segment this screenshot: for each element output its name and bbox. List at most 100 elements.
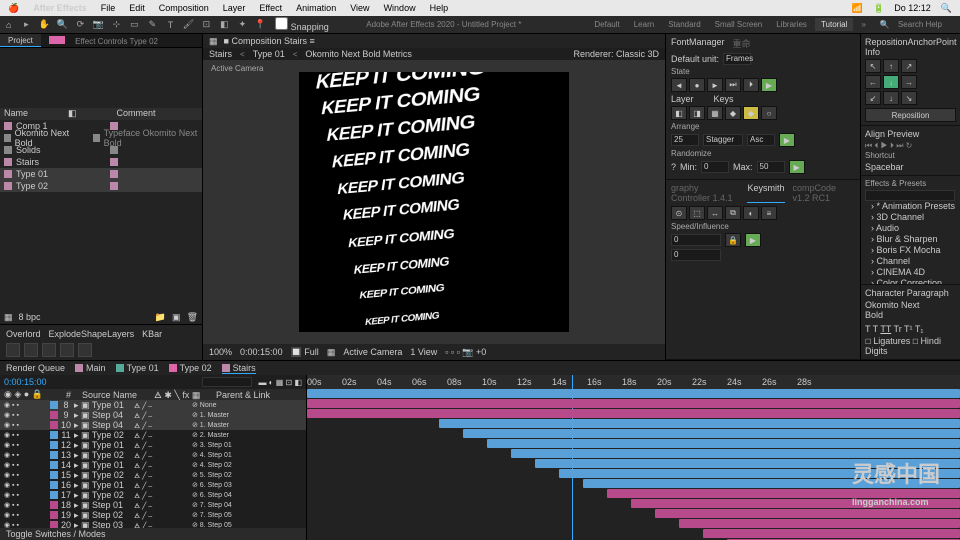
selection-tool[interactable]: ▸: [19, 18, 33, 32]
anchor-br[interactable]: ↘: [901, 91, 917, 105]
clock[interactable]: Do 12:12: [894, 3, 931, 13]
overlord-btn-5[interactable]: [78, 343, 92, 357]
tab-explode[interactable]: ExplodeShapeLayers: [49, 329, 135, 339]
anchor-bl[interactable]: ↙: [865, 91, 881, 105]
layer-btn2[interactable]: ◨: [689, 106, 705, 120]
layer-bar[interactable]: [583, 479, 960, 488]
layer-bar[interactable]: [307, 409, 960, 418]
app-name[interactable]: After Effects: [33, 3, 87, 13]
asc-select[interactable]: Asc: [747, 134, 775, 146]
speed-in[interactable]: 0: [671, 234, 721, 246]
ws-chevron-icon[interactable]: »: [855, 18, 871, 31]
anchor-l[interactable]: ←: [865, 75, 881, 89]
zoom-tool[interactable]: 🔍: [55, 18, 69, 32]
menu-effect[interactable]: Effect: [259, 3, 282, 13]
timecode[interactable]: 0:00:15:00: [4, 377, 47, 387]
layer-bar[interactable]: [307, 389, 960, 398]
text-layer[interactable]: KEEP IT COMING: [342, 197, 461, 225]
comp-canvas[interactable]: KEEP IT COMING KEEP IT COMING KEEP IT COMI…: [299, 72, 569, 332]
project-item[interactable]: Type 02: [0, 180, 202, 192]
ks-b1[interactable]: ⊙: [671, 206, 687, 220]
ws-tutorial[interactable]: Tutorial: [815, 18, 853, 31]
zoom-select[interactable]: 100%: [209, 347, 232, 357]
col-name[interactable]: Name: [4, 108, 28, 120]
ks-b5[interactable]: ◐: [743, 206, 759, 220]
menu-layer[interactable]: Layer: [223, 3, 246, 13]
search-help[interactable]: 🔍 Search Help: [874, 18, 954, 31]
anchor-c[interactable]: ↓: [883, 75, 899, 89]
col-type-icon[interactable]: ◧: [68, 108, 77, 120]
state-cur[interactable]: ●: [689, 78, 705, 92]
apple-icon[interactable]: 🍎: [8, 3, 19, 14]
layer-bar[interactable]: [655, 509, 960, 518]
layer-btn6[interactable]: ○: [761, 106, 777, 120]
home-icon[interactable]: ⌂: [6, 20, 11, 30]
speed-lock-icon[interactable]: 🔒: [725, 233, 741, 247]
ws-standard[interactable]: Standard: [662, 18, 706, 31]
overlord-btn-3[interactable]: [42, 343, 56, 357]
viewer-time[interactable]: 0:00:15:00: [240, 347, 283, 357]
anchor-tl[interactable]: ↖: [865, 59, 881, 73]
layer-bar[interactable]: [307, 399, 960, 408]
preset-item[interactable]: › CINEMA 4D: [865, 267, 956, 278]
tab-overlord[interactable]: Overlord: [6, 329, 41, 339]
layer-row[interactable]: ◉ ▪ ▪20▸ ▣ Step 03🜁 ╱ –⊘ 8. Step 05: [0, 520, 306, 528]
ks-b3[interactable]: ↔: [707, 206, 723, 220]
ws-libraries[interactable]: Libraries: [770, 18, 813, 31]
preset-item[interactable]: › Audio: [865, 223, 956, 234]
menu-help[interactable]: Help: [430, 3, 449, 13]
anchor-tool[interactable]: ⊹: [109, 18, 123, 32]
hand-tool[interactable]: ✋: [37, 18, 51, 32]
fontmanager-title[interactable]: FontManager: [671, 37, 725, 50]
help-icon[interactable]: ?: [671, 162, 676, 172]
views-select[interactable]: 1 View: [410, 347, 437, 357]
layer-btn3[interactable]: ▦: [707, 106, 723, 120]
footage-icon[interactable]: ▦: [209, 36, 218, 47]
state-play[interactable]: ▶: [761, 78, 777, 92]
new-comp-icon[interactable]: ▣: [172, 312, 181, 323]
res-select[interactable]: 🔲 Full: [291, 347, 319, 358]
layer-bar[interactable]: [511, 449, 960, 458]
menu-animation[interactable]: Animation: [296, 3, 336, 13]
preset-item[interactable]: › Color Correction: [865, 278, 956, 285]
anchor-r[interactable]: →: [901, 75, 917, 89]
view-opts[interactable]: ▫ ▫ ▫ 📷 +0: [445, 347, 486, 358]
randomize-go[interactable]: ▶: [789, 160, 805, 174]
preset-item[interactable]: › Channel: [865, 256, 956, 267]
viewer[interactable]: Active Camera KEEP IT COMINGKEEP IT COMI…: [203, 60, 665, 344]
max-input[interactable]: 50: [757, 161, 785, 173]
anchor-b[interactable]: ↓: [883, 91, 899, 105]
reposition-button[interactable]: Reposition: [865, 108, 956, 122]
layer-bar[interactable]: [487, 439, 960, 448]
speed-apply[interactable]: ▶: [745, 233, 761, 247]
layer-bar[interactable]: [559, 469, 960, 478]
menu-file[interactable]: File: [101, 3, 116, 13]
layer-bar[interactable]: [703, 529, 960, 538]
overlord-btn-4[interactable]: [60, 343, 74, 357]
snapping-toggle[interactable]: Snapping: [275, 17, 328, 32]
min-input[interactable]: 0: [701, 161, 729, 173]
toggle-switches[interactable]: Toggle Switches / Modes: [6, 529, 106, 539]
layer-bar[interactable]: [607, 489, 960, 498]
ks-b2[interactable]: ⬚: [689, 206, 705, 220]
clone-tool[interactable]: ⊡: [199, 18, 213, 32]
col-comment[interactable]: Comment: [117, 108, 156, 120]
arrange-count[interactable]: 25: [671, 134, 699, 146]
state-prev[interactable]: ◄: [671, 78, 687, 92]
state-skip[interactable]: ⏭: [725, 78, 741, 92]
tab-kbar[interactable]: KBar: [142, 329, 162, 339]
text-layer[interactable]: KEEP IT COMING: [364, 311, 439, 328]
stagger-select[interactable]: Stagger: [703, 134, 743, 146]
tl-opt-icons[interactable]: ▬ ◐ ▦ ⊡ ◧: [258, 378, 302, 387]
text-layer[interactable]: KEEP IT COMING: [359, 282, 445, 301]
timeline-tab[interactable]: Render Queue: [6, 363, 65, 373]
tab-composition[interactable]: ■ Composition Stairs ≡: [224, 36, 315, 46]
eraser-tool[interactable]: ◧: [217, 18, 231, 32]
layer-btn1[interactable]: ◧: [671, 106, 687, 120]
timeline-tab[interactable]: Type 02: [169, 363, 212, 373]
menu-edit[interactable]: Edit: [129, 3, 145, 13]
ws-default[interactable]: Default: [588, 18, 625, 31]
timeline-tab[interactable]: Main: [75, 363, 106, 373]
shortcut-input[interactable]: Spacebar: [865, 162, 945, 172]
font-select[interactable]: Okomito Next: [865, 300, 935, 310]
